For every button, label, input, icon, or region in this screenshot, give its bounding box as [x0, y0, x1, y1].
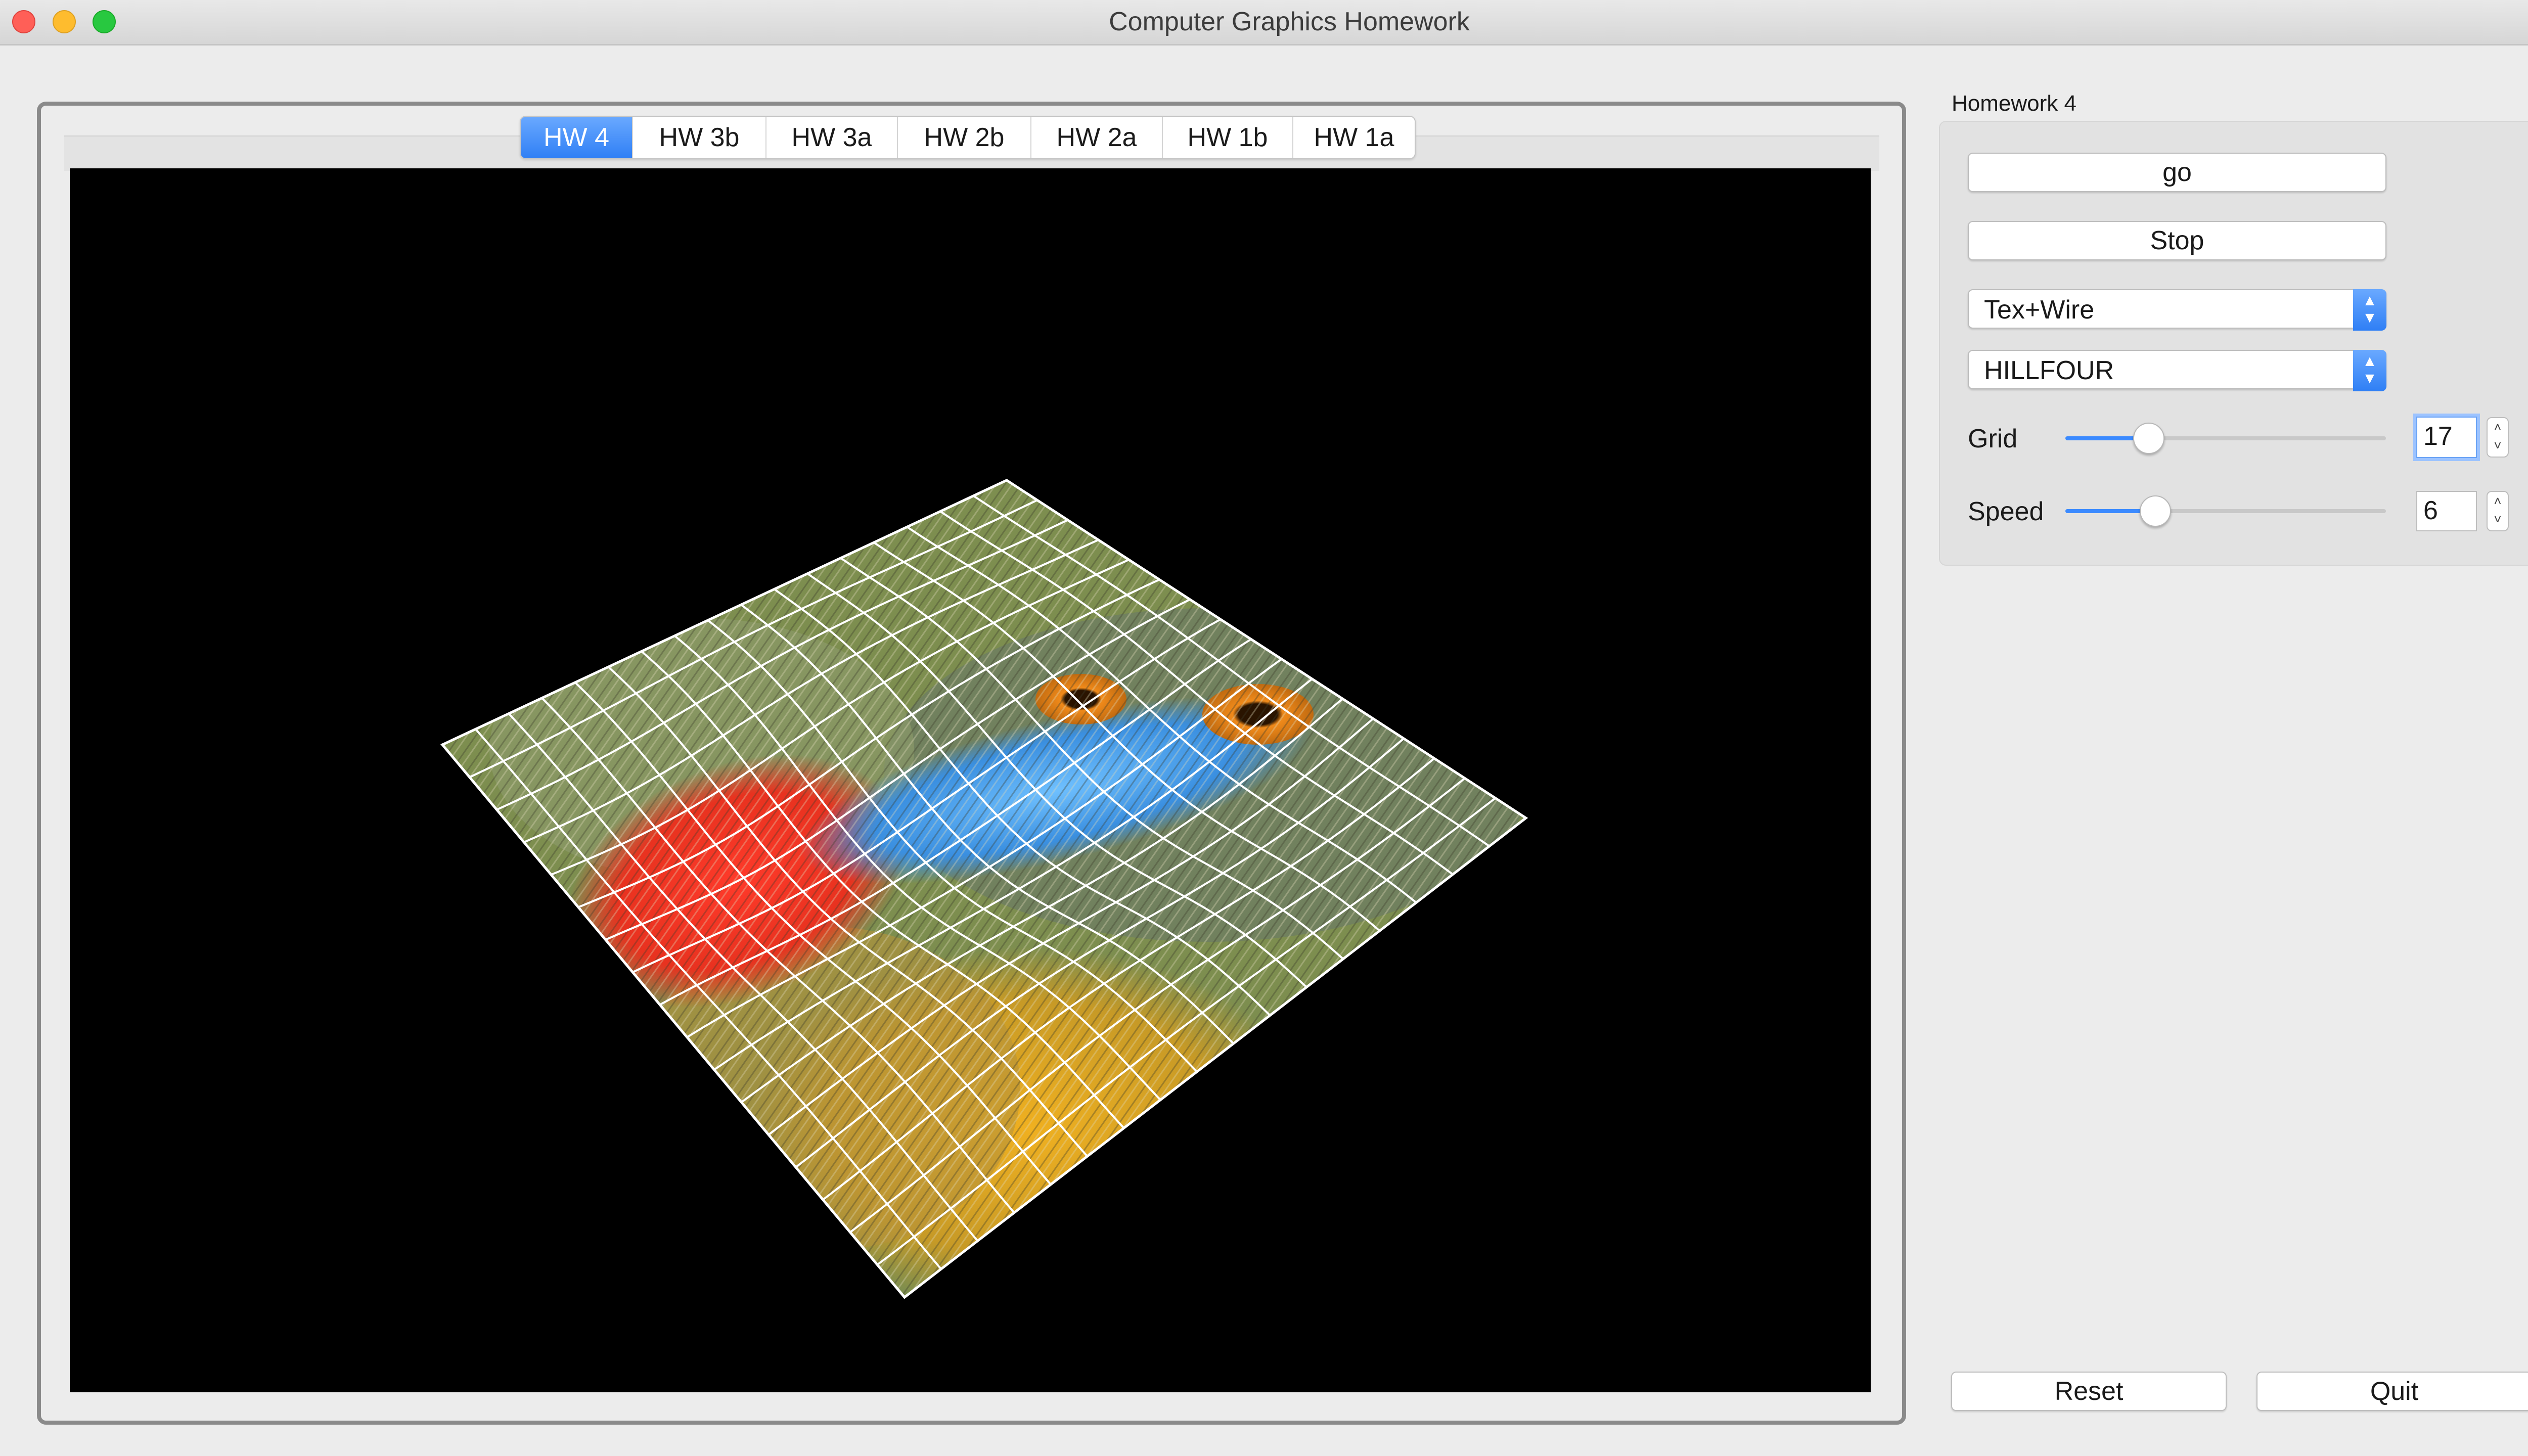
reset-button[interactable]: Reset — [1951, 1372, 2227, 1411]
panel-title: Homework 4 — [1952, 91, 2076, 116]
stepper-arrows-icon[interactable]: ˄ ˅ — [2487, 491, 2509, 531]
render-mode-select[interactable]: Tex+Wire ▲ ▼ — [1968, 289, 2386, 331]
grid-label: Grid — [1968, 424, 2018, 453]
go-button[interactable]: go — [1968, 153, 2386, 192]
tab-hw2a[interactable]: HW 2a — [1031, 117, 1163, 158]
tab-hw4[interactable]: HW 4 — [521, 117, 633, 158]
render-mode-value: Tex+Wire — [1984, 295, 2095, 325]
chevron-updown-icon: ▲ ▼ — [2353, 289, 2386, 331]
tab-hw3a[interactable]: HW 3a — [766, 117, 898, 158]
grid-slider-handle[interactable] — [2133, 423, 2164, 454]
title-bar: Computer Graphics Homework — [0, 0, 2528, 46]
grid-spinbox[interactable]: 17 — [2416, 417, 2477, 458]
tab-hw2b[interactable]: HW 2b — [898, 117, 1031, 158]
grid-slider[interactable] — [2065, 436, 2386, 440]
surface-value: HILLFOUR — [1984, 356, 2114, 385]
quit-button[interactable]: Quit — [2256, 1372, 2528, 1411]
speed-slider[interactable] — [2065, 509, 2386, 513]
speed-label: Speed — [1968, 497, 2044, 526]
tab-hw1a[interactable]: HW 1a — [1293, 117, 1415, 158]
stepper-arrows-icon[interactable]: ˄ ˅ — [2487, 417, 2509, 458]
gl-viewport[interactable] — [70, 168, 1871, 1392]
surface-select[interactable]: HILLFOUR ▲ ▼ — [1968, 350, 2386, 391]
stop-button[interactable]: Stop — [1968, 221, 2386, 260]
chevron-updown-icon: ▲ ▼ — [2353, 350, 2386, 391]
window-title: Computer Graphics Homework — [1109, 7, 1470, 36]
textured-mesh-render — [440, 479, 1528, 1299]
tab-hw3b[interactable]: HW 3b — [633, 117, 766, 158]
homework-tabs: HW 4 HW 3b HW 3a HW 2b HW 2a HW 1b HW 1a — [520, 116, 1416, 159]
speed-spinbox[interactable]: 6 — [2416, 491, 2477, 531]
tab-hw1b[interactable]: HW 1b — [1163, 117, 1293, 158]
speed-slider-handle[interactable] — [2139, 495, 2171, 527]
